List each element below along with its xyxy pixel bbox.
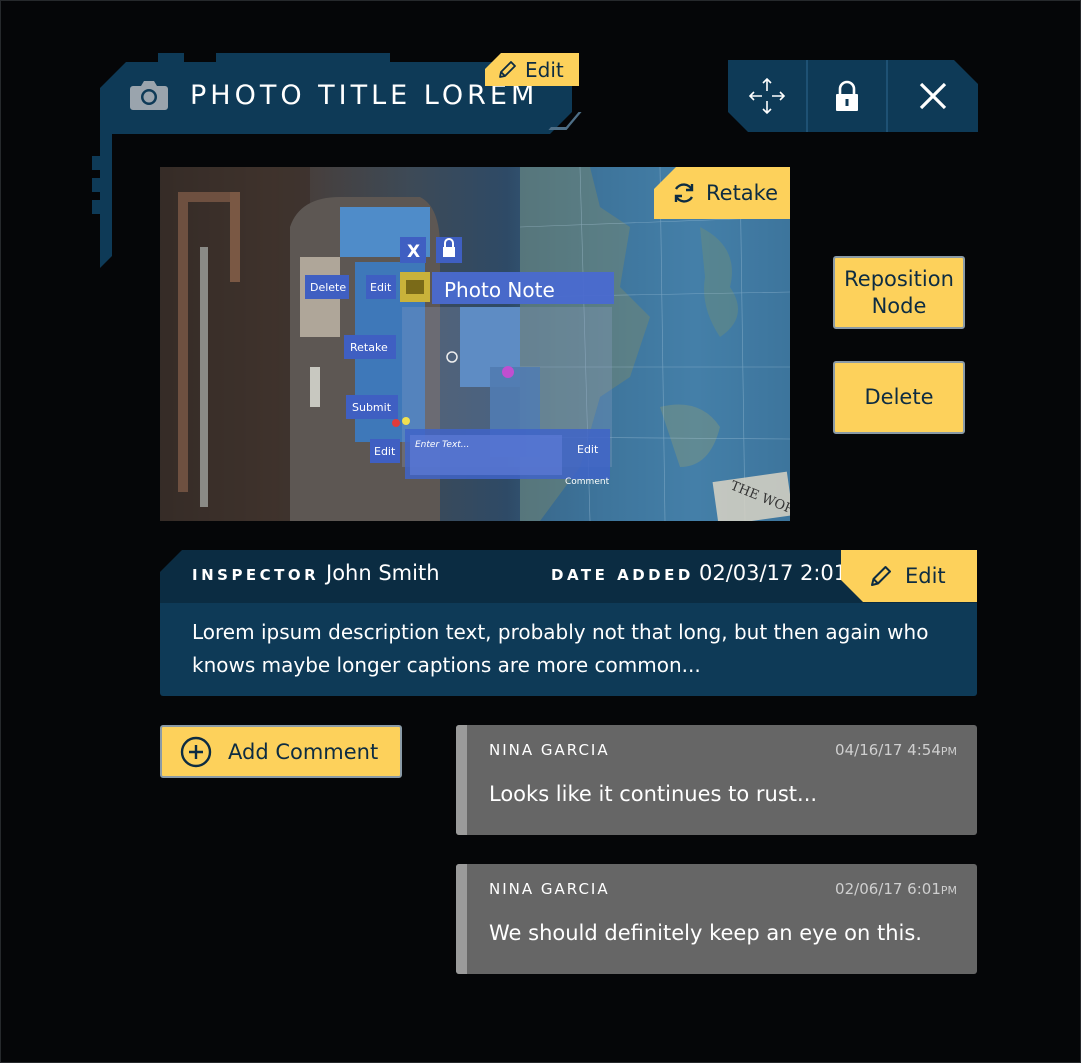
retake-label: Retake (706, 181, 779, 205)
add-comment-button[interactable]: Add Comment (160, 725, 402, 778)
comment-accent-bar (456, 725, 467, 835)
window-controls (728, 60, 978, 132)
pencil-icon (499, 60, 516, 78)
comment-date-ampm: PM (940, 745, 957, 758)
inspector-value: John Smith (326, 561, 440, 585)
overlay-comment-label: Comment (565, 477, 610, 487)
close-button[interactable] (888, 60, 978, 132)
pencil-icon (869, 564, 893, 588)
comment-date: 02/06/17 6:01PM (835, 880, 957, 898)
photo-image: THE WORL X Delete Edit Photo Note Retake (160, 167, 790, 521)
overlay-edit2-label: Edit (374, 445, 396, 458)
comment-accent-bar (456, 864, 467, 974)
delete-label: Delete (864, 385, 934, 409)
date-added-value: 02/03/17 2:01P (699, 561, 856, 585)
inspector-label: INSPECTOR (192, 566, 320, 584)
comment-author: NINA GARCIA (489, 741, 610, 759)
comment-date-text: 02/06/17 6:01 (835, 880, 941, 898)
move-button[interactable] (728, 60, 808, 132)
overlay-note-title: Photo Note (444, 278, 555, 302)
comment-card: NINA GARCIA 02/06/17 6:01PM We should de… (456, 864, 977, 974)
close-icon (918, 81, 948, 111)
overlay-submit-label: Submit (352, 401, 392, 414)
move-icon (747, 76, 787, 116)
title-tab-decoration (158, 53, 184, 63)
comment-text: Looks like it continues to rust... (489, 782, 818, 806)
comment-author: NINA GARCIA (489, 880, 610, 898)
edit-info-button[interactable]: Edit (841, 550, 977, 602)
overlay-retake-label: Retake (350, 341, 388, 354)
plus-circle-icon (180, 736, 212, 767)
overlay-edit3-label: Edit (577, 443, 599, 456)
edit-title-label: Edit (525, 57, 564, 82)
camera-icon (130, 81, 168, 110)
reposition-node-label: Reposition Node (844, 266, 954, 318)
lock-button[interactable] (808, 60, 888, 132)
add-comment-label: Add Comment (228, 739, 379, 764)
title-tab-decoration (216, 53, 390, 63)
photo-scene: THE WORL X Delete Edit Photo Note Retake (160, 167, 790, 521)
delete-button[interactable]: Delete (833, 361, 965, 434)
edit-title-button[interactable]: Edit (485, 53, 579, 86)
overlay-edit-label: Edit (370, 281, 392, 294)
reposition-node-button[interactable]: Reposition Node (833, 256, 965, 329)
lock-icon (833, 79, 861, 113)
title-bracket-decoration (92, 128, 132, 268)
photo-description: Lorem ipsum description text, probably n… (192, 620, 929, 677)
comment-text: We should definitely keep an eye on this… (489, 921, 922, 945)
comment-date-ampm: PM (940, 884, 957, 897)
overlay-close-label: X (407, 242, 420, 262)
comment-card: NINA GARCIA 04/16/17 4:54PM Looks like i… (456, 725, 977, 835)
overlay-enter-text: Enter Text... (415, 440, 469, 450)
overlay-delete-label: Delete (310, 281, 346, 294)
comment-date: 04/16/17 4:54PM (835, 741, 957, 759)
date-added-label: DATE ADDED (551, 566, 694, 584)
comment-date-text: 04/16/17 4:54 (835, 741, 941, 759)
refresh-icon (674, 183, 694, 203)
date-added-text: 02/03/17 2:01 (699, 561, 848, 585)
edit-info-label: Edit (905, 564, 946, 588)
retake-button[interactable]: Retake (654, 167, 790, 219)
